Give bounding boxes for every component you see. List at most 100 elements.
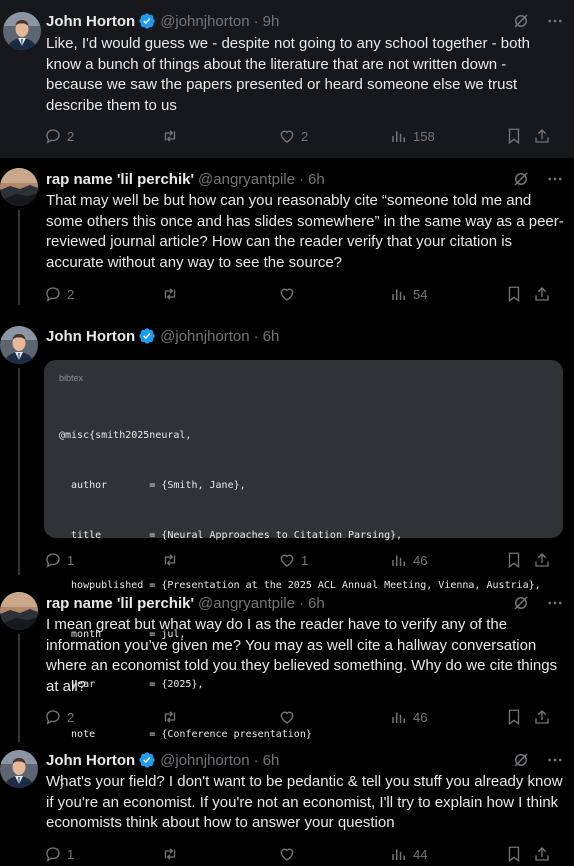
reply-icon <box>46 553 60 568</box>
separator-dot: · <box>253 12 259 30</box>
bookmark-button[interactable] <box>505 127 533 145</box>
reply-count: 1 <box>67 846 75 862</box>
retweet-button[interactable] <box>161 551 278 569</box>
author-name[interactable]: John Horton <box>46 328 135 345</box>
tweet-header: John Horton @johnjhorton · 6h <box>46 325 564 347</box>
heart-icon <box>280 130 294 143</box>
code-line: title = {Neural Approaches to Citation P… <box>59 529 403 541</box>
tweet[interactable]: John Horton @johnjhorton · 9h Like, I'd … <box>0 0 574 158</box>
tweet[interactable]: John Horton @johnjhorton · 6h bibtex @mi… <box>0 318 574 790</box>
tweet-actions: 1 1 46 <box>44 550 562 570</box>
more-options-icon[interactable] <box>546 170 564 188</box>
tweet-time[interactable]: 6h <box>308 171 325 188</box>
author-handle[interactable]: @johnjhorton <box>160 13 249 30</box>
author-name[interactable]: John Horton <box>46 752 135 769</box>
avatar-john-horton[interactable] <box>3 12 41 50</box>
author-handle[interactable]: @angryantpile <box>198 595 295 612</box>
retweet-icon <box>164 554 176 566</box>
tweet-time[interactable]: 6h <box>263 752 280 769</box>
tweet-time[interactable]: 6h <box>263 328 280 345</box>
tweet-header: John Horton @johnjhorton · 9h <box>46 10 564 32</box>
reply-button[interactable]: 1 <box>44 551 161 569</box>
reply-count: 2 <box>67 128 75 144</box>
tweet[interactable]: rap name 'lil perchik' @angryantpile · 6… <box>0 585 574 745</box>
views-button[interactable]: 46 <box>390 551 505 569</box>
grok-icon[interactable] <box>512 751 530 769</box>
retweet-button[interactable] <box>161 845 278 863</box>
views-button[interactable]: 46 <box>390 708 505 726</box>
bookmark-icon <box>508 846 520 863</box>
share-button[interactable] <box>533 127 551 145</box>
views-button[interactable]: 54 <box>390 285 505 303</box>
more-options-icon[interactable] <box>546 751 564 769</box>
views-icon <box>392 555 405 566</box>
reply-button[interactable]: 1 <box>44 845 161 863</box>
avatar-lil-perchik[interactable] <box>0 592 38 630</box>
tweet-text: Like, I'd would guess we - despite not g… <box>46 35 530 114</box>
like-button[interactable] <box>278 285 390 303</box>
view-count: 44 <box>413 846 428 862</box>
reply-count: 1 <box>67 552 75 568</box>
reply-button[interactable]: 2 <box>44 127 161 145</box>
code-language-label: bibtex <box>59 373 84 383</box>
code-line: @misc{smith2025neural, <box>59 430 192 442</box>
bookmark-icon <box>508 286 520 303</box>
author-handle[interactable]: @johnjhorton <box>160 752 249 769</box>
more-options-icon[interactable] <box>546 594 564 612</box>
verified-badge-icon <box>139 328 155 344</box>
author-name[interactable]: rap name 'lil perchik' <box>46 171 194 188</box>
view-count: 46 <box>413 709 428 725</box>
tweet[interactable]: John Horton @johnjhorton · 6h What's you… <box>0 745 574 866</box>
bookmark-button[interactable] <box>505 551 533 569</box>
reply-button[interactable]: 2 <box>44 285 161 303</box>
share-button[interactable] <box>533 285 551 303</box>
author-name[interactable]: rap name 'lil perchik' <box>46 595 194 612</box>
author-name[interactable]: John Horton <box>46 13 135 30</box>
tweet-text: That may well be but how can you reasona… <box>46 192 564 271</box>
share-button[interactable] <box>533 551 551 569</box>
reply-button[interactable]: 2 <box>44 708 161 726</box>
tweet-actions: 2 54 <box>44 284 562 304</box>
retweet-button[interactable] <box>161 285 278 303</box>
tweet-time[interactable]: 6h <box>308 595 325 612</box>
verified-badge-icon <box>139 752 155 768</box>
share-icon <box>535 710 549 724</box>
retweet-button[interactable] <box>161 127 278 145</box>
bookmark-button[interactable] <box>505 708 533 726</box>
share-button[interactable] <box>533 845 551 863</box>
share-button[interactable] <box>533 708 551 726</box>
like-button[interactable]: 2 <box>278 127 390 145</box>
tweet[interactable]: rap name 'lil perchik' @angryantpile · 6… <box>0 158 574 318</box>
thread-line <box>18 210 20 305</box>
like-button[interactable]: 1 <box>278 551 390 569</box>
tweet-actions: 2 46 <box>44 707 562 727</box>
views-button[interactable]: 158 <box>390 127 505 145</box>
avatar-john-horton[interactable] <box>0 750 38 788</box>
heart-icon <box>280 848 294 861</box>
author-handle[interactable]: @johnjhorton <box>160 328 249 345</box>
retweet-icon <box>164 288 176 300</box>
separator-dot: · <box>298 594 304 612</box>
bookmark-button[interactable] <box>505 285 533 303</box>
grok-icon[interactable] <box>512 594 530 612</box>
thread-line <box>18 634 20 742</box>
retweet-button[interactable] <box>161 708 278 726</box>
grok-icon[interactable] <box>512 12 530 30</box>
code-block[interactable]: bibtex @misc{smith2025neural, author = {… <box>44 360 563 790</box>
tweet-time[interactable]: 9h <box>263 13 280 30</box>
views-icon <box>392 849 405 860</box>
share-icon <box>535 847 549 861</box>
reply-count: 2 <box>67 709 75 725</box>
avatar-lil-perchik[interactable] <box>0 168 38 206</box>
grok-icon[interactable] <box>512 170 530 188</box>
more-options-icon[interactable] <box>546 12 564 30</box>
like-button[interactable] <box>278 708 390 726</box>
views-button[interactable]: 44 <box>390 845 505 863</box>
like-button[interactable] <box>278 845 390 863</box>
heart-icon <box>280 288 294 301</box>
bookmark-button[interactable] <box>505 845 533 863</box>
like-count: 1 <box>301 552 309 568</box>
author-handle[interactable]: @angryantpile <box>198 171 295 188</box>
conversation-timeline: John Horton @johnjhorton · 9h Like, I'd … <box>0 0 574 866</box>
avatar-john-horton[interactable] <box>0 326 38 364</box>
